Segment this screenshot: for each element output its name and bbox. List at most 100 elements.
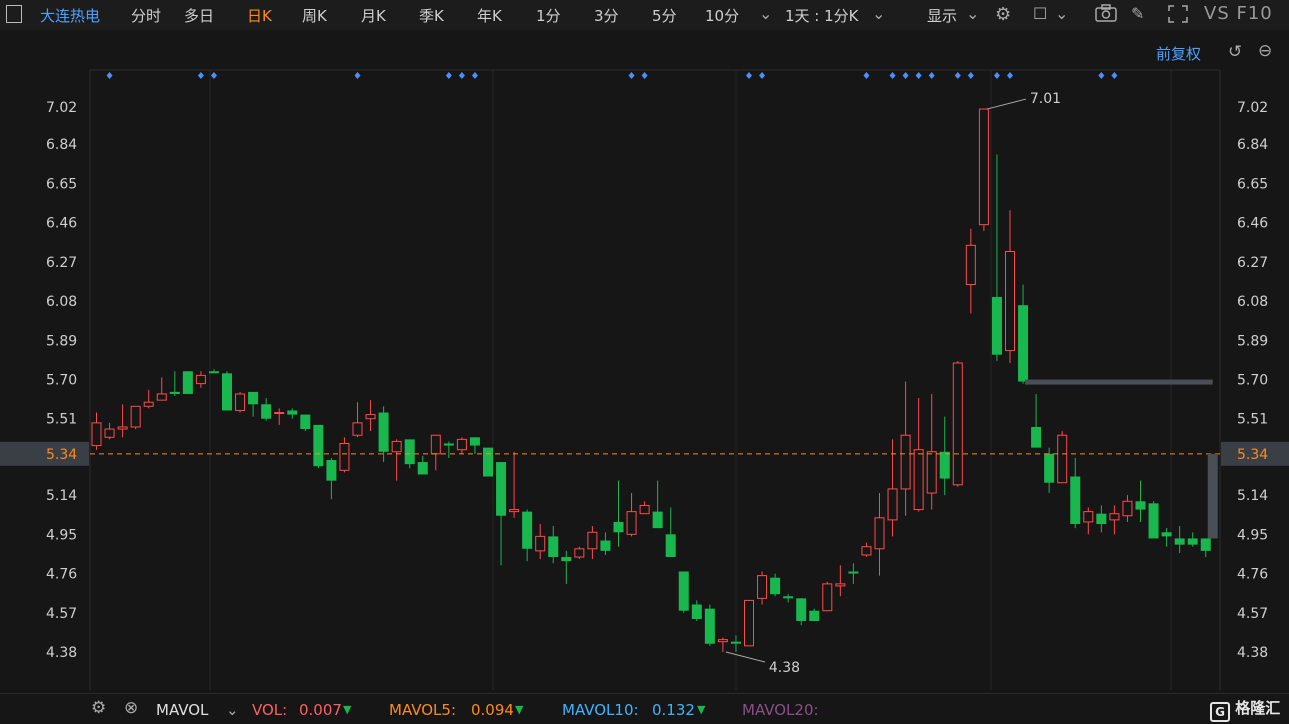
range-select[interactable]: 1天 : 1分K [785, 5, 859, 26]
candle-body-down [796, 598, 807, 622]
candle-body-up [274, 412, 285, 415]
more-periods-chevron-icon[interactable]: ⌄ [759, 4, 772, 23]
y-axis-right: 7.02 6.84 6.65 6.46 6.27 6.08 5.89 5.70 5.51 5.14… [1237, 100, 1268, 661]
period-tab-3min[interactable]: 3分 [594, 5, 619, 26]
candle-body-down [1148, 503, 1159, 539]
period-tab-niank[interactable]: 年K [477, 5, 502, 26]
indicator-gear-icon[interactable]: ⚙ [91, 698, 106, 718]
period-tab-zhouk[interactable]: 周K [302, 5, 327, 26]
mavol10-down-arrow-icon: ▼ [697, 703, 706, 716]
candle-body-down [1187, 538, 1198, 545]
candle-body-down [991, 296, 1002, 355]
candle-body-down [1135, 501, 1146, 510]
candle-body-down [561, 557, 572, 562]
candle-body-up [861, 546, 872, 556]
candle-body-up [339, 442, 350, 471]
candle-body-down [548, 536, 559, 558]
candle-body-down [182, 371, 193, 394]
adjust-mode-button[interactable]: 前复权 [1156, 43, 1201, 64]
candle-body-up [626, 511, 637, 535]
indicator-chevron-down-icon[interactable]: ⌄ [226, 701, 239, 719]
vol-value: 0.007 [299, 701, 342, 719]
candle-body-down [300, 414, 311, 430]
period-tab-rik[interactable]: 日K [247, 5, 272, 26]
undo-icon[interactable]: ↺ [1228, 42, 1242, 62]
candle-body-up [965, 244, 976, 286]
candle-body-up [952, 362, 963, 486]
panel-toggle-checkbox[interactable] [6, 5, 22, 23]
period-tab-5min[interactable]: 5分 [652, 5, 677, 26]
zoom-out-icon[interactable]: ⊖ [1258, 41, 1272, 61]
y-tick-right-label: 5.51 [1237, 412, 1268, 428]
square-chevron-down-icon[interactable]: ⌄ [1055, 4, 1068, 23]
mavol5-label: MAVOL5: [389, 701, 457, 719]
period-tab-1min[interactable]: 1分 [536, 5, 561, 26]
candle-body-up [91, 422, 102, 447]
candle-body-up [391, 440, 402, 453]
y-tick-right-label: 6.46 [1237, 216, 1268, 232]
candle-body-up [1057, 434, 1068, 484]
candle-body-down [1161, 532, 1172, 537]
camera-icon[interactable] [1095, 4, 1117, 26]
range-chevron-down-icon[interactable]: ⌄ [872, 4, 885, 23]
candle-body-down [404, 439, 415, 465]
y-tick-right-label: 6.84 [1237, 137, 1268, 153]
f10-button[interactable]: F10 [1236, 3, 1272, 24]
candle-body-up [587, 531, 598, 550]
candlestick-chart[interactable]: 5.34 5.34 7.01 4.38 7.02 6.84 6.65 6.46 6.27 6.0… [0, 30, 1289, 693]
gap-horizontal-bar [1025, 379, 1213, 385]
candle-body-down [1174, 538, 1185, 545]
y-tick-right-label: 6.08 [1237, 294, 1268, 310]
candle-body-up [744, 599, 754, 647]
candle-body-down [730, 641, 741, 644]
y-tick-left-label: 6.84 [46, 137, 77, 153]
candle-body-down [848, 571, 859, 574]
candle-body-down [1200, 538, 1211, 551]
display-menu[interactable]: 显示 [927, 5, 957, 26]
y-tick-right-label: 7.02 [1237, 100, 1268, 116]
period-tab-yuek[interactable]: 月K [361, 5, 386, 26]
candle-body-up [913, 449, 924, 511]
indicator-name[interactable]: MAVOL [156, 701, 208, 719]
candle-body-down [522, 511, 533, 549]
display-chevron-down-icon[interactable]: ⌄ [966, 4, 979, 23]
top-toolbar: 大连热电 分时 多日 日K 周K 月K 季K 年K 1分 3分 5分 10分 ⌄… [0, 0, 1289, 31]
candle-body-up [926, 451, 937, 494]
gear-icon[interactable]: ⚙ [995, 4, 1011, 25]
close-circle-icon[interactable]: ⊗ [124, 698, 138, 718]
y-tick-left-label: 4.38 [46, 645, 77, 661]
candle-body-down [809, 610, 820, 622]
candle-body-down [248, 391, 259, 405]
candle-body-up [1122, 500, 1133, 517]
candle-body-up [822, 583, 833, 612]
candle-body-down [326, 460, 337, 481]
candle-body-down [496, 462, 507, 516]
max-price-label: 7.01 [1030, 91, 1061, 107]
pencil-icon[interactable]: ✎ [1131, 4, 1144, 23]
gap-vertical-bar [1207, 453, 1218, 539]
candle-body-down [1070, 476, 1081, 525]
candle-body-up [456, 438, 467, 451]
period-tab-jik[interactable]: 季K [419, 5, 444, 26]
period-tab-10min[interactable]: 10分 [705, 5, 739, 26]
brand-logo: G 格隆汇 [1210, 697, 1280, 722]
candle-body-down [783, 596, 794, 599]
candle-body-up [900, 434, 911, 490]
candle-body-up [717, 639, 728, 643]
candle-body-up [574, 548, 585, 558]
fullscreen-icon[interactable] [1167, 4, 1189, 28]
current-price-left-label: 5.34 [46, 447, 77, 463]
y-tick-left-label: 6.27 [46, 255, 77, 271]
candle-body-down [600, 540, 611, 551]
square-select-icon[interactable]: ☐ [1033, 4, 1047, 23]
period-tab-fenshi[interactable]: 分时 [131, 5, 161, 26]
y-tick-right-label: 6.65 [1237, 176, 1268, 192]
brand-name: 格隆汇 [1235, 699, 1281, 717]
vs-button[interactable]: VS [1204, 3, 1230, 24]
period-tab-duori[interactable]: 多日 [184, 5, 214, 26]
candle-body-down [770, 577, 781, 595]
candle-body-down [169, 391, 180, 394]
candle-body-down [652, 511, 663, 529]
y-tick-left-label: 6.08 [46, 294, 77, 310]
stock-name[interactable]: 大连热电 [40, 5, 100, 26]
